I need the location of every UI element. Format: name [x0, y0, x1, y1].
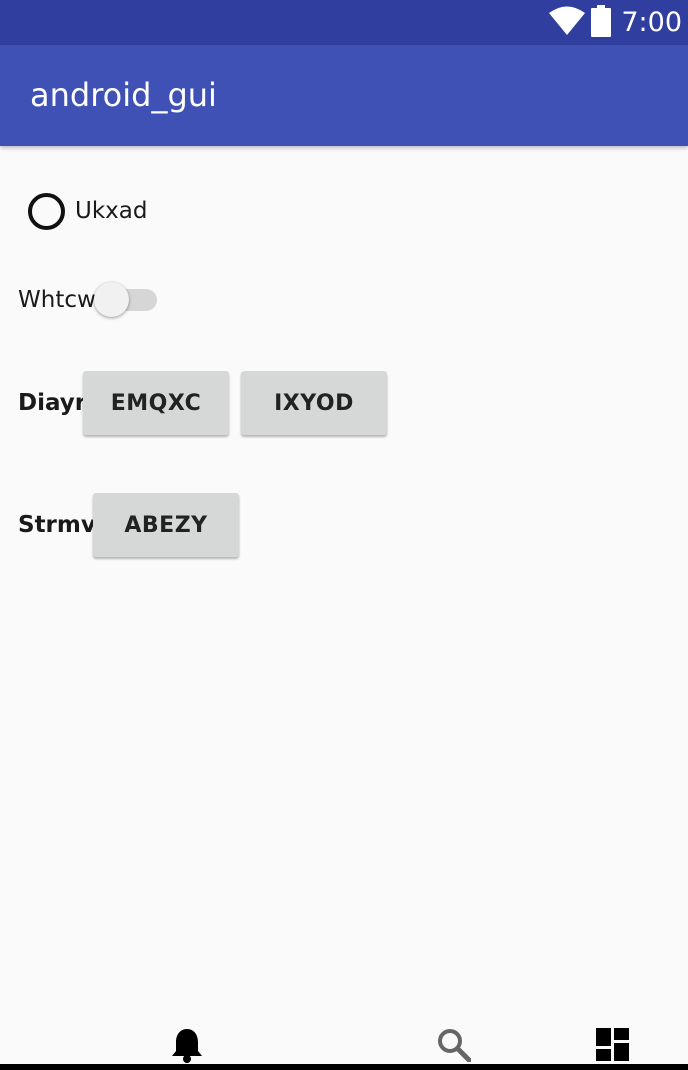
- status-time: 7:00: [621, 7, 682, 38]
- bell-icon[interactable]: [171, 1027, 203, 1067]
- emqxc-button[interactable]: EMQXC: [83, 371, 229, 435]
- abezy-button[interactable]: ABEZY: [93, 493, 239, 557]
- radio-button-ukxad[interactable]: Ukxad: [28, 191, 147, 231]
- bottom-navigation: [0, 1015, 688, 1070]
- status-icons: 7:00: [549, 0, 682, 45]
- row-label-diayr: Diayr: [18, 390, 87, 416]
- toggle-switch[interactable]: [93, 280, 160, 320]
- switch-label: Whtcw: [18, 287, 96, 313]
- navigation-bar-edge: [0, 1064, 688, 1070]
- wifi-icon: [549, 6, 586, 40]
- battery-icon: [591, 4, 612, 41]
- search-icon[interactable]: [437, 1028, 472, 1066]
- ixyod-button[interactable]: IXYOD: [241, 371, 387, 435]
- row-label-strmv: Strmv: [18, 512, 96, 538]
- status-bar: 7:00: [0, 0, 688, 45]
- radio-circle-icon[interactable]: [28, 192, 65, 230]
- dashboard-icon[interactable]: [596, 1028, 629, 1065]
- app-bar: android_gui: [0, 45, 688, 146]
- app-title: android_gui: [30, 76, 217, 114]
- radio-label[interactable]: Ukxad: [75, 198, 147, 224]
- switch-row: Whtcw: [18, 280, 160, 320]
- switch-thumb[interactable]: [93, 282, 129, 317]
